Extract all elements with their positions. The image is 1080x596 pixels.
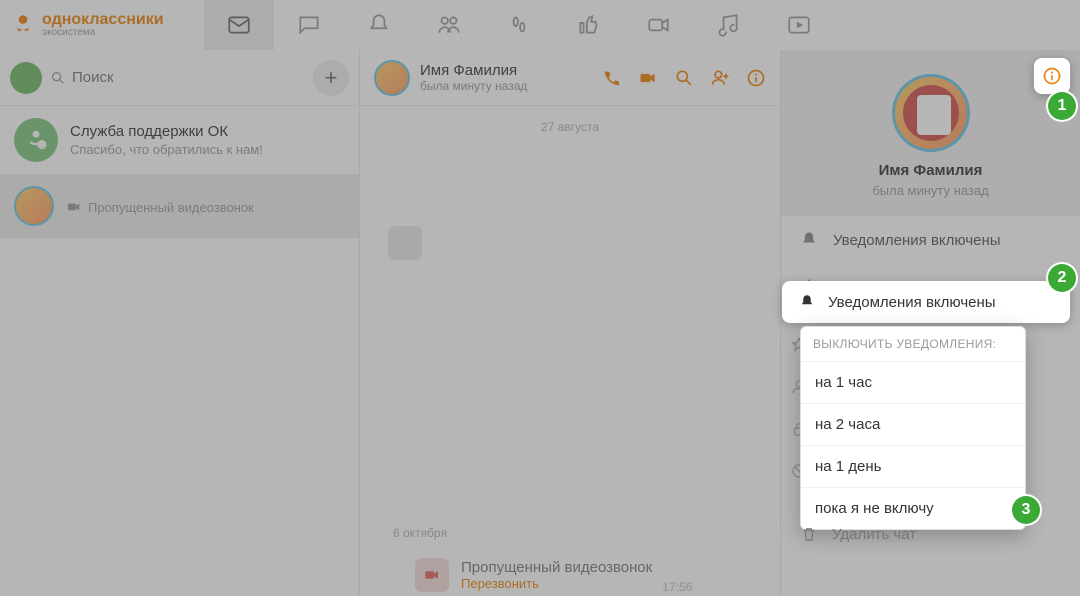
chat-item-support[interactable]: ... Служба поддержки ОК Спасибо, что обр…: [0, 106, 359, 174]
thumbsup-icon: [576, 12, 602, 38]
header-avatar[interactable]: [374, 60, 410, 96]
profile-name: Имя Фамилия: [791, 162, 1070, 179]
nav-video[interactable]: [624, 0, 694, 50]
highlight-notifications-row[interactable]: Уведомления включены: [782, 281, 1070, 323]
date-separator: 6 октября: [360, 512, 480, 554]
info-icon[interactable]: [746, 68, 766, 88]
missed-call-icon: [66, 199, 82, 215]
bell-icon: [366, 12, 392, 38]
music-icon: [716, 12, 742, 38]
chat-header-actions: [602, 68, 766, 88]
message-bubble: [388, 226, 422, 260]
bell-icon: [798, 293, 816, 311]
user-avatar: [14, 186, 54, 226]
svg-text:...: ...: [39, 143, 45, 150]
chat-item-subtitle: Пропущенный видеозвонок: [66, 199, 345, 215]
missed-call-card[interactable]: Пропущенный видеозвонок Перезвонить 17:5…: [415, 558, 652, 592]
search-box[interactable]: [50, 69, 305, 86]
chat-item-user[interactable]: Пропущенный видеозвонок: [0, 174, 359, 238]
videocall-icon[interactable]: [638, 68, 658, 88]
brand-sub: экосистема: [42, 28, 164, 38]
support-avatar: ...: [14, 118, 58, 162]
chat-list: ... Служба поддержки ОК Спасибо, что обр…: [0, 106, 359, 596]
friends-icon: [436, 12, 462, 38]
dropdown-heading: ВЫКЛЮЧИТЬ УВЕДОМЛЕНИЯ:: [801, 327, 1025, 361]
chat-sidebar: + ... Служба поддержки ОК Спасибо, что о…: [0, 50, 360, 596]
callout-3: 3: [1012, 496, 1040, 524]
new-chat-button[interactable]: +: [313, 60, 349, 96]
callout-1: 1: [1048, 92, 1076, 120]
nav-messages[interactable]: [204, 0, 274, 50]
ok-support-icon: ...: [22, 126, 50, 154]
highlight-info-button[interactable]: [1034, 58, 1070, 94]
brand-logo[interactable]: одноклассники экосистема: [10, 12, 164, 38]
ok-logo-icon: [10, 12, 36, 38]
my-avatar[interactable]: [10, 62, 42, 94]
add-person-icon[interactable]: [710, 68, 730, 88]
chat-item-title: Служба поддержки ОК: [70, 123, 345, 140]
chat-header-subtitle: была минуту назад: [420, 79, 527, 93]
nav-friends[interactable]: [414, 0, 484, 50]
footprint-icon: [506, 12, 532, 38]
profile-avatar[interactable]: [892, 74, 970, 152]
call-icon[interactable]: [602, 68, 622, 88]
nav-music[interactable]: [694, 0, 764, 50]
nav-guests[interactable]: [484, 0, 554, 50]
info-icon: [1042, 66, 1062, 86]
chat-body: 27 августа 6 октября Пропущенный видеозв…: [360, 106, 780, 596]
top-bar: одноклассники экосистема: [0, 0, 1080, 50]
action-notifications[interactable]: Уведомления включены: [781, 216, 1080, 264]
date-separator: 27 августа: [360, 106, 780, 148]
trash-icon: [800, 525, 818, 543]
delete-chat-label: Удалить чат: [832, 526, 916, 543]
highlight-mute-dropdown: ВЫКЛЮЧИТЬ УВЕДОМЛЕНИЯ: на 1 час на 2 час…: [800, 326, 1026, 530]
notifications-label: Уведомления включены: [828, 294, 996, 311]
nav-discussions[interactable]: [274, 0, 344, 50]
search-row: +: [0, 50, 359, 106]
callout-2: 2: [1048, 264, 1076, 292]
dropdown-item-1d[interactable]: на 1 день: [801, 445, 1025, 487]
dropdown-item-1h[interactable]: на 1 час: [801, 361, 1025, 403]
missed-call-time: 17:56: [662, 580, 692, 594]
top-nav: [204, 0, 1070, 50]
chat-item-subtitle: Спасибо, что обратились к нам!: [70, 142, 345, 157]
nav-feedback[interactable]: [554, 0, 624, 50]
missed-videocall-icon: [423, 566, 441, 584]
chat-pane: Имя Фамилия была минуту назад 27 августа…: [360, 50, 780, 596]
chat-icon: [296, 12, 322, 38]
chat-header: Имя Фамилия была минуту назад: [360, 50, 780, 106]
missed-call-title: Пропущенный видеозвонок: [461, 559, 652, 576]
nav-videos[interactable]: [764, 0, 834, 50]
mail-icon: [226, 12, 252, 38]
play-icon: [786, 12, 812, 38]
search-in-chat-icon[interactable]: [674, 68, 694, 88]
chat-header-title: Имя Фамилия: [420, 62, 527, 79]
videocam-icon: [646, 12, 672, 38]
nav-notifications[interactable]: [344, 0, 414, 50]
profile-status: была минуту назад: [791, 183, 1070, 198]
search-input[interactable]: [72, 69, 305, 86]
brand-name: одноклассники: [42, 12, 164, 28]
bell-icon: [799, 230, 819, 250]
missed-call-action[interactable]: Перезвонить: [461, 576, 652, 591]
search-icon: [50, 70, 66, 86]
dropdown-item-2h[interactable]: на 2 часа: [801, 403, 1025, 445]
